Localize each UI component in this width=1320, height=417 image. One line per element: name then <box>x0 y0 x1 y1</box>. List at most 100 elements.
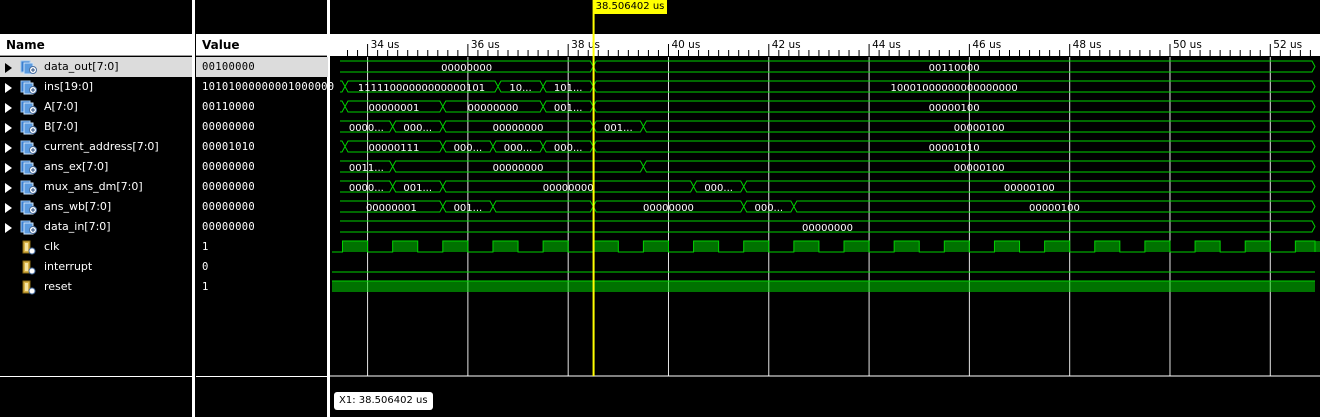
bus-input-icon <box>20 219 38 235</box>
bus-value-label: 00000001 <box>368 103 419 114</box>
bus-segment <box>340 100 346 113</box>
clock-high-pulse <box>492 241 519 252</box>
bus-value-label: 00000000 <box>643 203 694 214</box>
ruler-tick-label: 38 us <box>571 39 600 51</box>
signal-value: 00000000 <box>202 181 255 193</box>
ruler-tick-label: 52 us <box>1273 39 1302 51</box>
expand-arrow-icon[interactable] <box>5 203 12 213</box>
signal-value-row[interactable]: 1 <box>196 237 328 257</box>
cursor-time-label[interactable]: 38.506402 us <box>592 0 668 14</box>
bus-value-label: 00000000 <box>493 123 544 134</box>
bus-value-label: 10001000000000000000 <box>891 83 1018 94</box>
bus-value-label: 00110000 <box>929 63 980 74</box>
ruler-tick-label: 44 us <box>872 39 901 51</box>
signal-row[interactable]: ins[19:0] <box>0 77 192 97</box>
clock-high-pulse <box>1094 241 1120 252</box>
signal-row[interactable]: B[7:0] <box>0 117 192 137</box>
signal-value: 00000000 <box>202 161 255 173</box>
signal-name: ans_ex[7:0] <box>44 160 109 173</box>
signal-row[interactable]: clk <box>0 237 192 257</box>
bus-value-label: 0000... <box>349 183 384 194</box>
bus-value-label: 001... <box>454 203 483 214</box>
bus-value-label: 00000000 <box>493 163 544 174</box>
bus-value-label: 000... <box>554 143 583 154</box>
signal-value-row[interactable]: 00110000 <box>196 97 328 117</box>
bus-value-label: 00000100 <box>1029 203 1080 214</box>
bus-value-label: 001... <box>604 123 633 134</box>
bus-input-icon <box>20 99 38 115</box>
waveform-canvas[interactable]: 34 us 36 us 38 us 40 us 42 us 44 us 46 us 48 us… <box>330 0 1320 417</box>
bus-output-icon <box>20 59 38 75</box>
expand-arrow-icon[interactable] <box>5 83 12 93</box>
signal-value-row[interactable]: 00001010 <box>196 137 328 157</box>
signal-row[interactable]: ans_wb[7:0] <box>0 197 192 217</box>
signal-value-row[interactable]: 00000000 <box>196 117 328 137</box>
signal-row[interactable]: data_out[7:0] <box>0 57 192 77</box>
signal-row[interactable]: A[7:0] <box>0 97 192 117</box>
bus-input-icon <box>20 119 38 135</box>
bus-value-label: 00000000 <box>802 223 853 234</box>
signal-value-row[interactable]: 00000000 <box>196 197 328 217</box>
bus-value-label: 000... <box>454 143 483 154</box>
bus-value-label: 00000100 <box>929 103 980 114</box>
signal-value-row[interactable]: 00100000 <box>196 57 328 77</box>
clock-high-pulse <box>543 241 569 252</box>
ruler-tick-label: 34 us <box>371 39 400 51</box>
clock-high-pulse <box>1295 241 1320 252</box>
signal-name: data_out[7:0] <box>44 60 119 73</box>
signal-value: 00110000 <box>202 101 255 113</box>
expand-arrow-icon[interactable] <box>5 143 12 153</box>
signal-row[interactable]: interrupt <box>0 257 192 277</box>
clock-high-pulse <box>593 241 619 252</box>
signal-name: reset <box>44 280 72 293</box>
signal-row[interactable]: mux_ans_dm[7:0] <box>0 177 192 197</box>
signal-value-row[interactable]: 0 <box>196 257 328 277</box>
ruler-tick-label: 42 us <box>772 39 801 51</box>
expand-arrow-icon[interactable] <box>5 163 12 173</box>
clock-high-pulse <box>894 241 920 252</box>
high-level-fill <box>332 281 1315 292</box>
signal-value: 00100000 <box>202 61 255 73</box>
signal-value: 00000000 <box>202 201 255 213</box>
bus-input-icon <box>20 179 38 195</box>
bit-signal-icon <box>20 259 38 275</box>
signal-value: 10101000000001000000 <box>202 81 335 93</box>
bus-value-label: 10... <box>509 83 531 94</box>
bus-value-label: 00001010 <box>929 143 980 154</box>
signal-name: clk <box>44 240 60 253</box>
signal-row[interactable]: data_in[7:0] <box>0 217 192 237</box>
signal-row[interactable]: reset <box>0 277 192 297</box>
clock-high-pulse <box>442 241 468 252</box>
signal-value-row[interactable]: 00000000 <box>196 217 328 237</box>
ruler-tick-label: 40 us <box>671 39 700 51</box>
expand-arrow-icon[interactable] <box>5 103 12 113</box>
signal-value-row[interactable]: 1 <box>196 277 328 297</box>
signal-value-row[interactable]: 10101000000001000000 <box>196 77 334 97</box>
clock-high-pulse <box>1245 241 1271 252</box>
signal-value-row[interactable]: 00000000 <box>196 157 328 177</box>
signal-name: interrupt <box>44 260 93 273</box>
value-column-header[interactable]: Value <box>196 34 327 56</box>
bus-value-label: 001... <box>554 103 583 114</box>
clock-high-pulse <box>643 241 669 252</box>
signal-value-row[interactable]: 00000000 <box>196 177 328 197</box>
expand-arrow-icon[interactable] <box>5 123 12 133</box>
bus-value-label: 00000100 <box>1004 183 1055 194</box>
name-column-header[interactable]: Name <box>0 34 192 56</box>
bus-value-label: 0000... <box>349 123 384 134</box>
bus-value-label: 00000100 <box>954 163 1005 174</box>
bus-value-label: 00000100 <box>954 123 1005 134</box>
bus-value-label: 000... <box>754 203 783 214</box>
expand-arrow-icon[interactable] <box>5 223 12 233</box>
signal-value: 00001010 <box>202 141 255 153</box>
signal-row[interactable]: current_address[7:0] <box>0 137 192 157</box>
bus-value-label: 000... <box>403 123 432 134</box>
bus-value-label: 00000001 <box>366 203 417 214</box>
bus-value-label: 00000000 <box>468 103 519 114</box>
clock-high-pulse <box>1195 241 1221 252</box>
expand-arrow-icon[interactable] <box>5 183 12 193</box>
expand-arrow-icon[interactable] <box>5 63 12 73</box>
signal-row[interactable]: ans_ex[7:0] <box>0 157 192 177</box>
ruler-tick-label: 46 us <box>972 39 1001 51</box>
clock-high-pulse <box>994 241 1020 252</box>
